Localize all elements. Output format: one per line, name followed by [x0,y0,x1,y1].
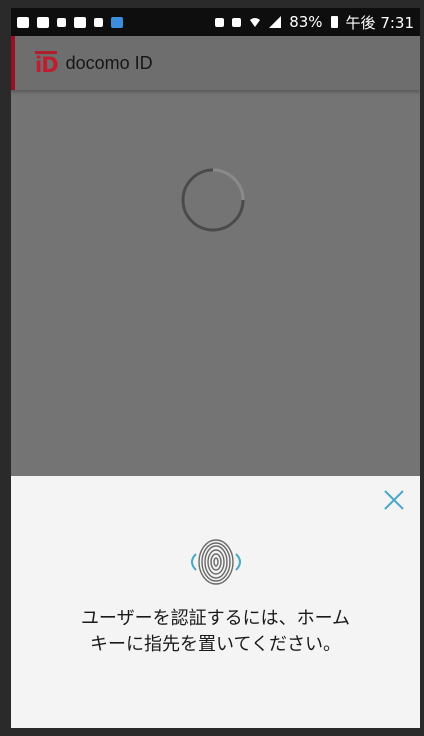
app-icon [111,16,123,28]
nfc-icon [232,17,242,27]
spinner-icon [181,168,245,232]
battery-icon [330,16,338,28]
notification-icons [17,16,123,28]
app-title: docomo ID [65,52,153,73]
fingerprint-dialog: ユーザーを認証するには、ホーム キーに指先を置いてください。 [11,476,420,728]
battery-percent: 83% [289,13,323,31]
message-icon [17,16,29,28]
app-bar: iD docomo ID [11,36,420,90]
phone-screen: 83% 午後 7:31 iD docomo ID ユーザーを認証するには、ホーム… [11,8,420,728]
vpn-icon [57,17,66,27]
message-line-1: ユーザーを認証するには、ホーム [80,608,351,629]
mute-icon [215,17,225,27]
auth-message: ユーザーを認証するには、ホーム キーに指先を置いてください。 [11,606,420,658]
mail-icon [94,17,103,27]
system-icons: 83% 午後 7:31 [215,12,414,33]
message-line-2: キーに指先を置いてください。 [90,634,341,655]
screenshot-icon [74,16,86,28]
logo-text: iD [35,53,59,77]
close-button[interactable] [382,488,406,512]
signal-icon [269,16,282,28]
clock: 午後 7:31 [345,13,414,32]
facebook-icon [37,16,49,28]
wifi-icon [249,16,261,28]
docomo-id-logo: iD [35,51,59,77]
close-icon [384,490,404,510]
fingerprint-icon [184,536,248,588]
status-bar: 83% 午後 7:31 [11,8,420,36]
